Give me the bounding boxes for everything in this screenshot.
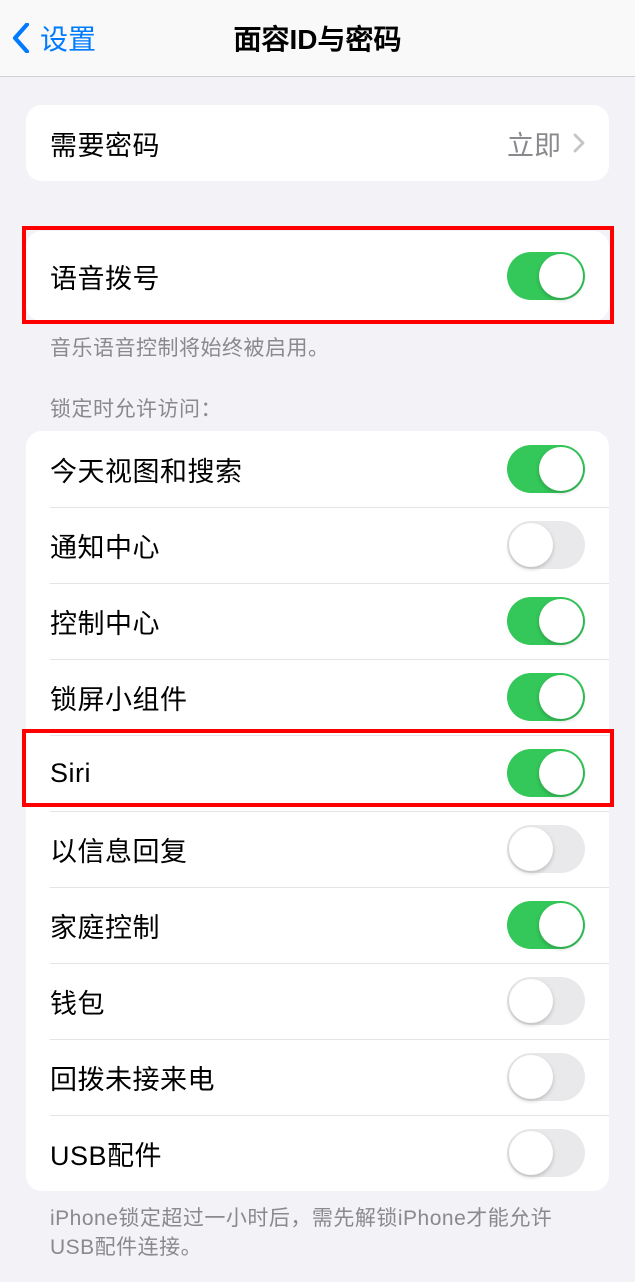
row-label: 通知中心 xyxy=(50,526,507,565)
row-label: Siri xyxy=(50,758,507,789)
voice-dial-row: 语音拨号 xyxy=(26,231,609,321)
row-label: 家庭控制 xyxy=(50,906,507,945)
lock-access-row: 控制中心 xyxy=(26,583,609,659)
toggle-knob xyxy=(509,1131,553,1175)
voice-dial-group: 语音拨号 xyxy=(26,231,609,321)
row-value: 立即 xyxy=(507,124,561,163)
voice-dial-footer: 音乐语音控制将始终被启用。 xyxy=(26,335,609,363)
lock-access-row: 锁屏小组件 xyxy=(26,659,609,735)
row-label: 以信息回复 xyxy=(50,830,507,869)
toggle[interactable] xyxy=(507,749,585,797)
row-label: 今天视图和搜索 xyxy=(50,450,507,489)
navigation-bar: 设置 面容ID与密码 xyxy=(0,0,635,77)
toggle[interactable] xyxy=(507,1053,585,1101)
row-label: 语音拨号 xyxy=(50,257,507,296)
toggle-knob xyxy=(539,447,583,491)
toggle[interactable] xyxy=(507,673,585,721)
lock-access-row: 回拨未接来电 xyxy=(26,1039,609,1115)
lock-access-row: 以信息回复 xyxy=(26,811,609,887)
chevron-right-icon xyxy=(573,133,585,153)
lock-access-row: Siri xyxy=(26,735,609,811)
row-label: USB配件 xyxy=(50,1134,507,1173)
lock-access-row: USB配件 xyxy=(26,1115,609,1191)
toggle[interactable] xyxy=(507,901,585,949)
row-label: 控制中心 xyxy=(50,602,507,641)
toggle[interactable] xyxy=(507,521,585,569)
toggle-knob xyxy=(539,675,583,719)
toggle-knob xyxy=(509,979,553,1023)
toggle[interactable] xyxy=(507,825,585,873)
passcode-group: 需要密码 立即 xyxy=(26,105,609,181)
content-area: 需要密码 立即 语音拨号 音乐语音控制将始终被启用。 锁定时允许访问： 今天视图… xyxy=(0,105,635,1282)
toggle-knob xyxy=(509,827,553,871)
lock-access-row: 通知中心 xyxy=(26,507,609,583)
lock-access-group: 今天视图和搜索通知中心控制中心锁屏小组件 Siri 以信息回复家庭控制钱包回拨未接来… xyxy=(26,431,609,1191)
row-label: 需要密码 xyxy=(50,124,507,163)
toggle-knob xyxy=(539,254,583,298)
lock-access-footer: iPhone锁定超过一小时后，需先解锁iPhone才能允许USB配件连接。 xyxy=(26,1205,609,1262)
row-label: 锁屏小组件 xyxy=(50,678,507,717)
toggle[interactable] xyxy=(507,1129,585,1177)
toggle-knob xyxy=(539,903,583,947)
row-label: 钱包 xyxy=(50,982,507,1021)
chevron-left-icon xyxy=(12,23,30,53)
toggle[interactable] xyxy=(507,977,585,1025)
lock-access-row: 家庭控制 xyxy=(26,887,609,963)
row-label: 回拨未接来电 xyxy=(50,1058,507,1097)
toggle[interactable] xyxy=(507,597,585,645)
toggle-knob xyxy=(539,599,583,643)
toggle-knob xyxy=(509,1055,553,1099)
back-button[interactable]: 设置 xyxy=(0,18,96,58)
toggle-knob xyxy=(509,523,553,567)
back-label: 设置 xyxy=(40,18,96,58)
lock-access-header: 锁定时允许访问： xyxy=(26,393,609,423)
voice-dial-toggle[interactable] xyxy=(507,252,585,300)
lock-access-row: 今天视图和搜索 xyxy=(26,431,609,507)
require-passcode-row[interactable]: 需要密码 立即 xyxy=(26,105,609,181)
toggle[interactable] xyxy=(507,445,585,493)
toggle-knob xyxy=(539,751,583,795)
lock-access-row: 钱包 xyxy=(26,963,609,1039)
